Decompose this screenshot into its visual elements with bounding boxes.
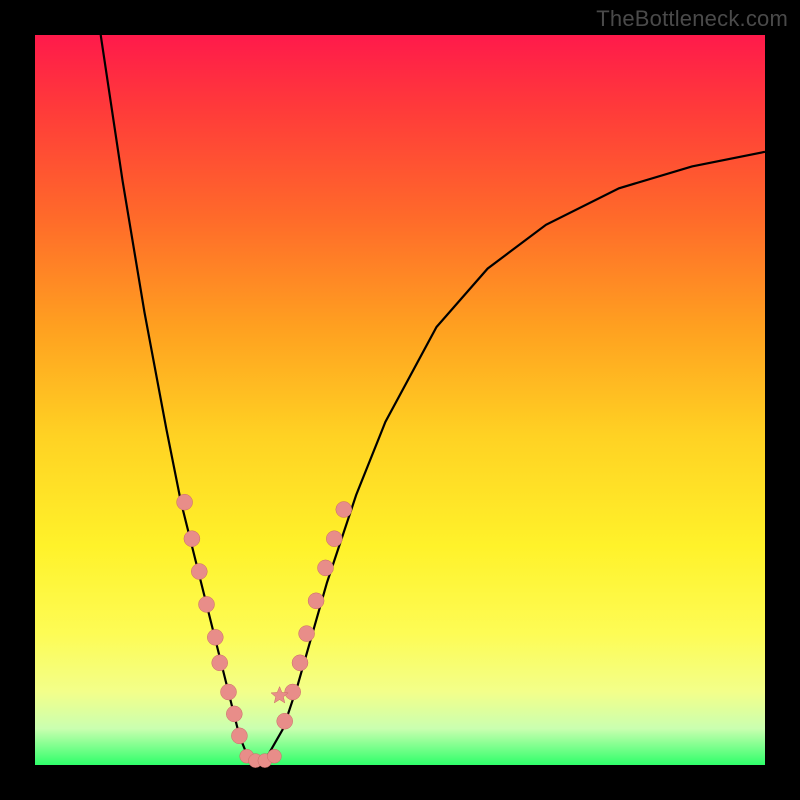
data-dot bbox=[277, 713, 293, 729]
data-dot bbox=[231, 728, 247, 744]
chart-svg bbox=[35, 35, 765, 765]
data-dot bbox=[318, 560, 334, 576]
data-dot bbox=[292, 655, 308, 671]
data-dot bbox=[177, 494, 193, 510]
data-dot bbox=[184, 531, 200, 547]
data-dot bbox=[267, 749, 281, 763]
data-dot bbox=[326, 531, 342, 547]
data-dot bbox=[226, 706, 242, 722]
data-dots bbox=[177, 494, 352, 767]
data-dot bbox=[336, 502, 352, 518]
plot-area bbox=[35, 35, 765, 765]
watermark-label: TheBottleneck.com bbox=[596, 6, 788, 32]
v-curve bbox=[101, 35, 765, 765]
data-dot bbox=[299, 626, 315, 642]
data-dot bbox=[308, 593, 324, 609]
data-dot bbox=[191, 564, 207, 580]
data-dot bbox=[199, 596, 215, 612]
data-dot bbox=[207, 629, 223, 645]
chart-frame: TheBottleneck.com bbox=[0, 0, 800, 800]
data-dot bbox=[285, 684, 301, 700]
data-dot bbox=[221, 684, 237, 700]
data-dot bbox=[212, 655, 228, 671]
